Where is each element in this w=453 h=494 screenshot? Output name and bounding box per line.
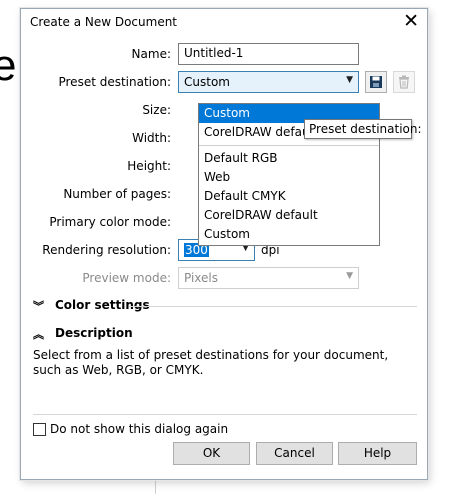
dropdown-option-custom-2[interactable]: Custom xyxy=(199,225,379,244)
close-icon[interactable]: ✕ xyxy=(403,10,419,32)
dialog-title: Create a New Document xyxy=(30,15,178,29)
cancel-button[interactable]: Cancel xyxy=(256,442,333,465)
save-preset-button[interactable] xyxy=(365,71,387,93)
preset-destination-select[interactable]: Custom ▼ xyxy=(178,71,359,93)
background-text-fragment: e xyxy=(0,41,17,90)
height-label: Height: xyxy=(127,159,171,173)
dropdown-option-coreldraw-default-2[interactable]: CorelDRAW default xyxy=(199,206,379,225)
create-document-dialog: Create a New Document ✕ Name: Untitled-1… xyxy=(20,8,428,480)
chevron-down-icon: ▼ xyxy=(346,271,353,281)
dont-show-again-row[interactable]: Do not show this dialog again xyxy=(33,422,228,436)
trash-icon xyxy=(399,75,409,89)
width-label: Width: xyxy=(132,131,171,145)
section-divider xyxy=(129,306,417,307)
ok-button[interactable]: OK xyxy=(173,442,250,465)
preset-destination-tooltip: Preset destination: xyxy=(304,119,422,139)
resolution-label: Rendering resolution: xyxy=(42,243,171,257)
delete-preset-button[interactable] xyxy=(393,71,415,93)
preset-destination-value: Custom xyxy=(184,75,230,89)
description-text: Select from a list of preset destination… xyxy=(33,348,389,377)
name-label: Name: xyxy=(131,47,171,61)
dropdown-option-web[interactable]: Web xyxy=(199,168,379,187)
preview-mode-label: Preview mode: xyxy=(82,271,171,285)
pages-label: Number of pages: xyxy=(63,187,171,201)
save-icon xyxy=(370,76,382,88)
color-mode-label: Primary color mode: xyxy=(49,215,171,229)
help-button[interactable]: Help xyxy=(338,442,417,465)
size-label: Size: xyxy=(142,103,171,117)
preset-destination-label: Preset destination: xyxy=(58,75,171,89)
dropdown-option-default-cmyk[interactable]: Default CMYK xyxy=(199,187,379,206)
color-settings-title: Color settings xyxy=(55,298,150,312)
name-field[interactable]: Untitled-1 xyxy=(178,43,359,65)
dont-show-again-label: Do not show this dialog again xyxy=(50,422,229,436)
collapse-chevron-icon: ︽ xyxy=(33,328,44,341)
footer-divider xyxy=(33,414,417,415)
dialog-titlebar: Create a New Document ✕ xyxy=(21,9,427,35)
dont-show-again-checkbox[interactable] xyxy=(33,422,46,436)
dropdown-separator xyxy=(199,145,379,146)
color-settings-section-toggle[interactable]: ︾ Color settings xyxy=(33,298,417,316)
description-section-toggle[interactable]: ︽ Description xyxy=(33,326,417,344)
description-title: Description xyxy=(55,326,133,340)
preview-mode-value: Pixels xyxy=(184,271,219,285)
dropdown-option-default-rgb[interactable]: Default RGB xyxy=(199,149,379,168)
preview-mode-select: Pixels ▼ xyxy=(178,267,359,289)
expand-chevron-icon: ︾ xyxy=(33,300,44,313)
background-divider xyxy=(155,478,156,494)
chevron-down-icon: ▼ xyxy=(346,75,353,85)
